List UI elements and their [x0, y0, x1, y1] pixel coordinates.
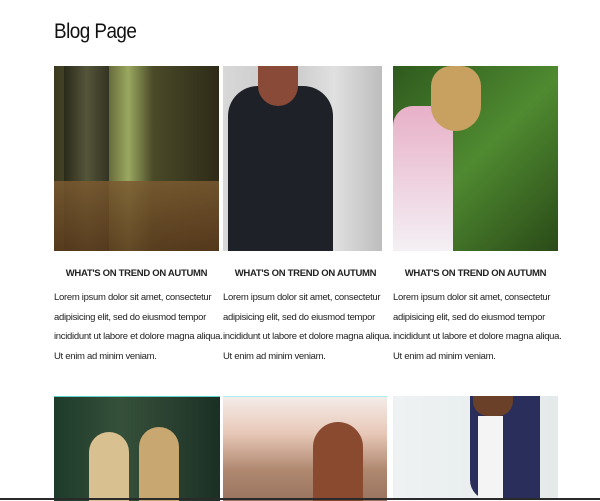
- post-heading[interactable]: WHAT'S ON TREND ON AUTUMN: [54, 268, 219, 279]
- sparklers-photo[interactable]: [54, 396, 220, 501]
- girl-in-grass-photo[interactable]: [393, 66, 558, 251]
- blog-card: WHAT'S ON TREND ON AUTUMN Lorem ipsum do…: [393, 66, 562, 366]
- page-title: Blog Page: [54, 20, 137, 43]
- post-excerpt: Lorem ipsum dolor sit amet, consectetur …: [223, 292, 392, 362]
- forest-tree-photo[interactable]: [54, 66, 219, 251]
- woman-sunlight-photo[interactable]: [223, 396, 387, 501]
- blog-card: WHAT'S ON TREND ON AUTUMN Lorem ipsum do…: [223, 66, 392, 366]
- post-heading[interactable]: WHAT'S ON TREND ON AUTUMN: [393, 268, 558, 279]
- post-excerpt: Lorem ipsum dolor sit amet, consectetur …: [393, 292, 562, 362]
- blog-card: WHAT'S ON TREND ON AUTUMN Lorem ipsum do…: [54, 66, 223, 366]
- post-heading[interactable]: WHAT'S ON TREND ON AUTUMN: [223, 268, 388, 279]
- post-excerpt: Lorem ipsum dolor sit amet, consectetur …: [54, 292, 223, 362]
- woman-winter-coat-photo[interactable]: [223, 66, 382, 251]
- man-in-suit-photo[interactable]: [393, 396, 558, 500]
